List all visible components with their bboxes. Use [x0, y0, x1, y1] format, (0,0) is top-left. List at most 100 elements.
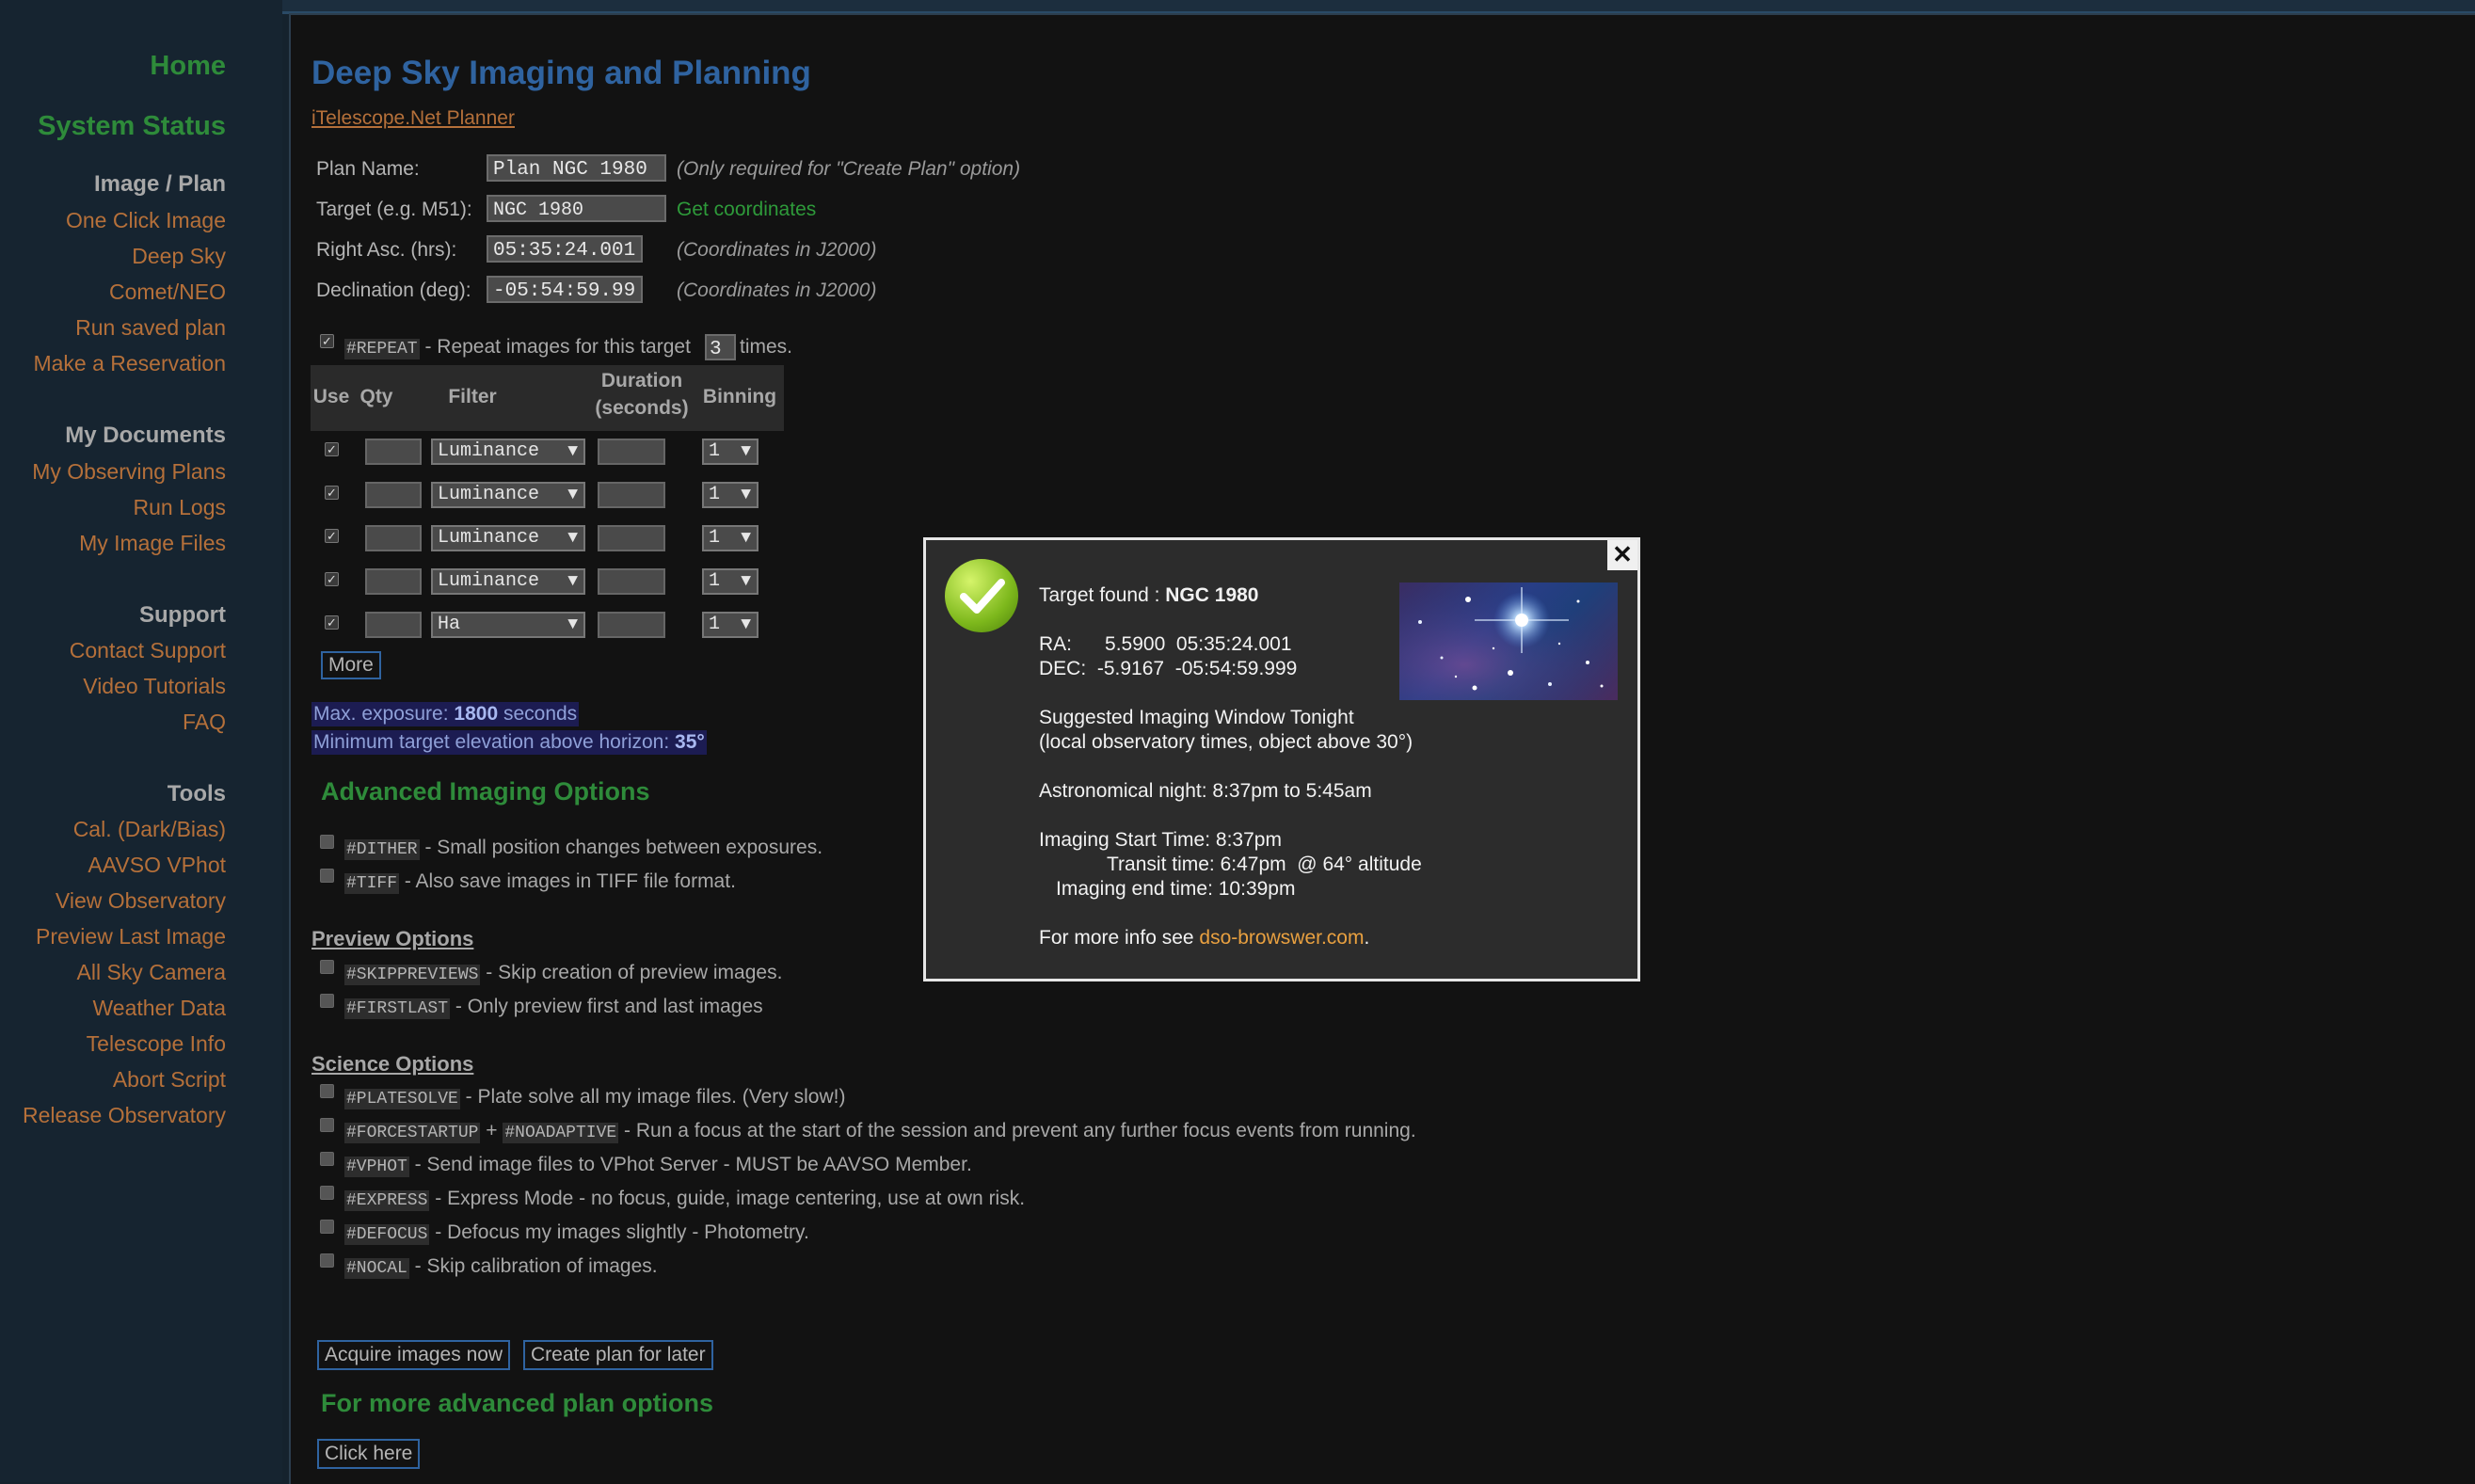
sidebar-item-video-tutorials[interactable]: Video Tutorials — [83, 674, 226, 699]
sidebar-item-aavso-vphot[interactable]: AAVSO VPhot — [88, 853, 226, 878]
row-filter-value: Luminance — [438, 527, 540, 549]
express-checkbox[interactable] — [320, 1186, 334, 1200]
ra-input[interactable]: 05:35:24.001 — [487, 235, 643, 263]
vphot-code: #VPHOT — [344, 1157, 409, 1177]
dso-browser-link[interactable]: dso-browswer.com — [1199, 927, 1364, 949]
planner-link[interactable]: iTelescope.Net Planner — [311, 107, 515, 130]
row-binning-select[interactable]: 1 ▼ — [702, 439, 758, 465]
sidebar-item-preview-last-image[interactable]: Preview Last Image — [36, 924, 226, 949]
close-icon[interactable]: ✕ — [1607, 540, 1637, 570]
tiff-checkbox[interactable] — [320, 869, 334, 883]
sidebar-item-faq[interactable]: FAQ — [183, 710, 226, 735]
sidebar-item-one-click-image[interactable]: One Click Image — [66, 208, 226, 233]
row-filter-select[interactable]: Luminance ▼ — [431, 482, 585, 508]
target-found-popup: ✕ Target found : NGC 1980 RA: 5.5900 05:… — [923, 537, 1640, 981]
row-qty-input[interactable] — [365, 439, 422, 465]
forcestartup-option: #FORCESTARTUP + #NOADAPTIVE - Run a focu… — [344, 1120, 1416, 1143]
dither-text: - Small position changes between exposur… — [419, 837, 823, 858]
row-qty-input[interactable] — [365, 482, 422, 508]
sidebar-item-make-reservation[interactable]: Make a Reservation — [33, 351, 226, 376]
more-rows-button[interactable]: More — [321, 651, 381, 679]
sidebar-item-all-sky-camera[interactable]: All Sky Camera — [77, 960, 226, 985]
more-info-text: For more info see — [1039, 927, 1200, 949]
row-filter-select[interactable]: Luminance ▼ — [431, 568, 585, 595]
skippreviews-checkbox[interactable] — [320, 960, 334, 974]
sidebar-system-status[interactable]: System Status — [38, 111, 226, 142]
row-filter-select[interactable]: Ha ▼ — [431, 612, 585, 638]
row-use-checkbox[interactable]: ✓ — [325, 529, 339, 543]
row-binning-value: 1 — [709, 527, 721, 549]
repeat-count-input[interactable]: 3 — [705, 334, 736, 360]
sidebar-item-deep-sky[interactable]: Deep Sky — [132, 244, 226, 269]
row-qty-input[interactable] — [365, 612, 422, 638]
row-filter-value: Luminance — [438, 484, 540, 505]
forcestartup-checkbox[interactable] — [320, 1118, 334, 1132]
row-duration-input[interactable] — [598, 568, 665, 595]
row-filter-select[interactable]: Luminance ▼ — [431, 525, 585, 551]
row-qty-input[interactable] — [365, 525, 422, 551]
chevron-down-icon: ▼ — [567, 529, 578, 548]
vphot-option: #VPHOT - Send image files to VPhot Serve… — [344, 1154, 972, 1177]
defocus-checkbox[interactable] — [320, 1220, 334, 1234]
dec-line: DEC: -5.9167 -05:54:59.999 — [1039, 658, 1298, 679]
row-binning-value: 1 — [709, 484, 721, 505]
row-use-checkbox[interactable]: ✓ — [325, 486, 339, 500]
repeat-option: #REPEAT - Repeat images for this target — [344, 336, 691, 359]
nocal-code: #NOCAL — [344, 1258, 409, 1279]
row-qty-input[interactable] — [365, 568, 422, 595]
row-use-checkbox[interactable]: ✓ — [325, 615, 339, 630]
row-filter-select[interactable]: Luminance ▼ — [431, 439, 585, 465]
click-here-button[interactable]: Click here — [317, 1439, 421, 1469]
row-binning-select[interactable]: 1 ▼ — [702, 568, 758, 595]
platesolve-checkbox[interactable] — [320, 1084, 334, 1098]
dither-checkbox[interactable] — [320, 835, 334, 849]
sidebar-item-contact-support[interactable]: Contact Support — [70, 638, 226, 663]
firstlast-checkbox[interactable] — [320, 994, 334, 1008]
target-found-text: Target found : NGC 1980 — [1039, 584, 1258, 607]
get-coordinates-link[interactable]: Get coordinates — [677, 199, 816, 221]
plan-name-input[interactable]: Plan NGC 1980 — [487, 154, 666, 182]
row-use-checkbox[interactable]: ✓ — [325, 572, 339, 586]
row-use-checkbox[interactable]: ✓ — [325, 442, 339, 456]
more-info-line: For more info see dso-browswer.com. — [1039, 927, 1369, 949]
noadaptive-code: #NOADAPTIVE — [503, 1123, 619, 1143]
target-label: Target (e.g. M51): — [316, 199, 472, 220]
sidebar-item-image-files[interactable]: My Image Files — [79, 531, 226, 556]
sidebar-item-release-observatory[interactable]: Release Observatory — [23, 1103, 226, 1128]
sidebar-item-run-logs[interactable]: Run Logs — [134, 495, 226, 520]
nocal-checkbox[interactable] — [320, 1253, 334, 1268]
sidebar-item-weather-data[interactable]: Weather Data — [93, 996, 226, 1021]
target-input[interactable]: NGC 1980 — [487, 195, 666, 222]
row-binning-value: 1 — [709, 614, 721, 635]
nocal-option: #NOCAL - Skip calibration of images. — [344, 1255, 658, 1279]
row-duration-input[interactable] — [598, 439, 665, 465]
plan-name-note: (Only required for "Create Plan" option) — [677, 158, 1021, 180]
sidebar-item-comet-neo[interactable]: Comet/NEO — [109, 279, 226, 305]
sidebar-item-telescope-info[interactable]: Telescope Info — [87, 1031, 226, 1057]
repeat-code: #REPEAT — [344, 339, 420, 359]
skippreviews-option: #SKIPPREVIEWS - Skip creation of preview… — [344, 962, 782, 985]
astronomical-night: Astronomical night: 8:37pm to 5:45am — [1039, 780, 1372, 802]
create-plan-button[interactable]: Create plan for later — [523, 1340, 713, 1370]
row-filter-value: Luminance — [438, 570, 540, 592]
repeat-times-text: times. — [740, 336, 793, 358]
sidebar-item-abort-script[interactable]: Abort Script — [113, 1067, 226, 1093]
row-binning-select[interactable]: 1 ▼ — [702, 612, 758, 638]
repeat-checkbox[interactable]: ✓ — [320, 334, 334, 348]
dec-input[interactable]: -05:54:59.99 — [487, 276, 643, 303]
sidebar-item-observing-plans[interactable]: My Observing Plans — [32, 459, 226, 485]
row-binning-select[interactable]: 1 ▼ — [702, 525, 758, 551]
row-duration-input[interactable] — [598, 482, 665, 508]
sidebar-item-view-observatory[interactable]: View Observatory — [56, 888, 226, 914]
advanced-plan-title: For more advanced plan options — [321, 1389, 714, 1417]
transit-time: Transit time: 6:47pm @ 64° altitude — [1107, 854, 1422, 875]
sidebar-home[interactable]: Home — [150, 51, 226, 82]
acquire-images-button[interactable]: Acquire images now — [317, 1340, 511, 1370]
science-options-title: Science Options — [311, 1052, 474, 1076]
vphot-checkbox[interactable] — [320, 1152, 334, 1166]
row-duration-input[interactable] — [598, 525, 665, 551]
sidebar-item-run-saved-plan[interactable]: Run saved plan — [75, 315, 226, 341]
row-binning-select[interactable]: 1 ▼ — [702, 482, 758, 508]
row-duration-input[interactable] — [598, 612, 665, 638]
sidebar-item-cal-dark-bias[interactable]: Cal. (Dark/Bias) — [73, 817, 226, 842]
